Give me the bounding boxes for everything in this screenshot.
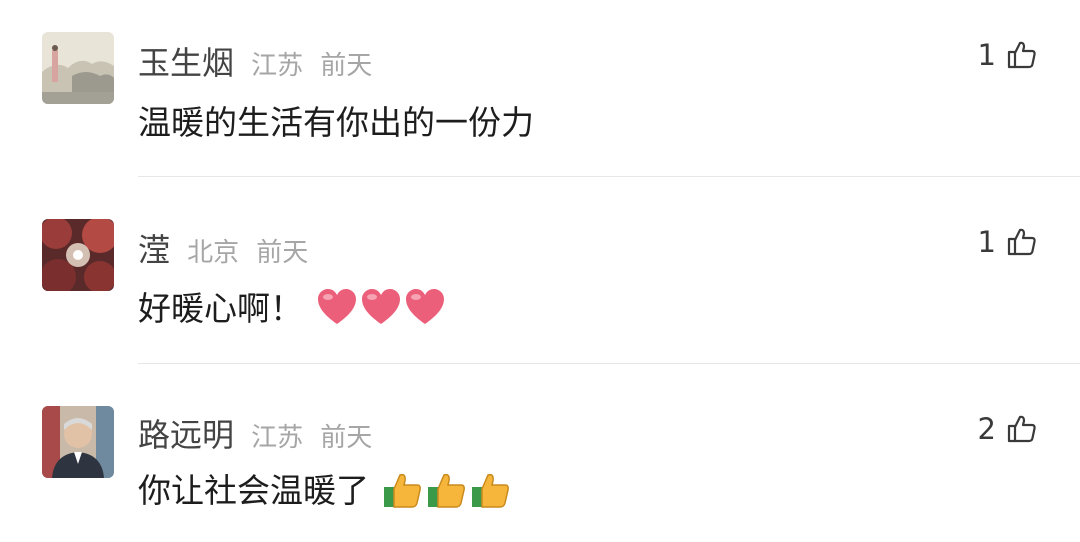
avatar[interactable] — [42, 406, 114, 478]
thumbs-up-icon[interactable] — [1006, 413, 1038, 445]
heart-emoji-icon — [316, 287, 358, 335]
comment-text-content: 温暖的生活有你出的一份力 — [138, 103, 534, 142]
thumbs-up-emoji-icon — [470, 469, 512, 517]
timestamp: 前天 — [320, 51, 373, 81]
comment-text-content: 好暖心啊！ — [138, 289, 303, 328]
location: 江苏 — [251, 423, 304, 453]
avatar[interactable] — [42, 32, 114, 104]
timestamp: 前天 — [320, 423, 373, 453]
comment-text: 你让社会温暖了 — [138, 464, 512, 517]
comment-text: 温暖的生活有你出的一份力 — [138, 96, 534, 144]
like-count: 1 — [977, 38, 996, 72]
comment-meta: 玉生烟 江苏 前天 — [138, 38, 372, 84]
heart-emoji-icon — [404, 287, 446, 335]
like-button[interactable]: 1 — [978, 38, 1038, 72]
avatar[interactable] — [42, 219, 114, 291]
username[interactable]: 路远明 — [138, 416, 234, 454]
comment-item: 路远明 江苏 前天 你让社会温暖了 2 — [0, 364, 1080, 542]
elderly-man-avatar-icon — [42, 406, 114, 478]
username[interactable]: 滢 — [138, 231, 170, 269]
username[interactable]: 玉生烟 — [138, 44, 234, 82]
thumbs-up-icon[interactable] — [1006, 226, 1038, 258]
comment-meta: 滢 北京 前天 — [138, 225, 308, 271]
comment-item: 玉生烟 江苏 前天 温暖的生活有你出的一份力 1 — [0, 0, 1080, 176]
location: 北京 — [187, 238, 240, 268]
red-leaves-sun-avatar-icon — [42, 219, 114, 291]
landscape-painting-avatar-icon — [42, 32, 114, 104]
thumbs-up-emoji-icon — [382, 469, 424, 517]
like-count: 1 — [977, 225, 996, 259]
location: 江苏 — [251, 51, 304, 81]
heart-emoji-icon — [360, 287, 402, 335]
timestamp: 前天 — [256, 238, 309, 268]
thumbs-up-emoji-icon — [426, 469, 468, 517]
comment-text: 好暖心啊！ — [138, 282, 446, 335]
like-count: 2 — [977, 412, 996, 446]
comment-item: 滢 北京 前天 好暖心啊！ 1 — [0, 177, 1080, 363]
comment-text-content: 你让社会温暖了 — [138, 471, 369, 510]
comment-meta: 路远明 江苏 前天 — [138, 410, 372, 456]
thumbs-up-icon[interactable] — [1006, 39, 1038, 71]
like-button[interactable]: 2 — [978, 412, 1038, 446]
like-button[interactable]: 1 — [978, 225, 1038, 259]
